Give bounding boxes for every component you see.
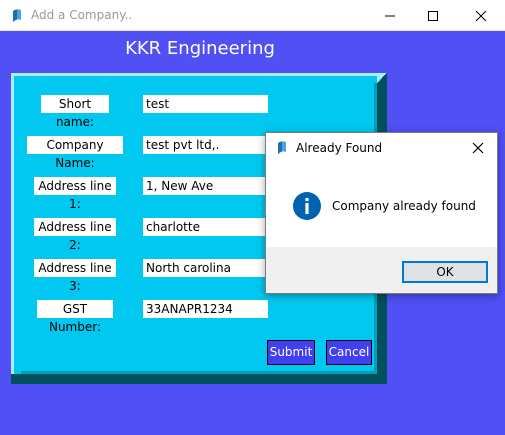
close-icon bbox=[475, 10, 487, 21]
dialog-title: Already Found bbox=[296, 141, 383, 155]
dialog-footer: OK bbox=[266, 247, 497, 293]
address-line-3-label: Address line 3: bbox=[34, 259, 116, 293]
minimize-button[interactable] bbox=[367, 0, 413, 31]
company-name-input[interactable]: test pvt ltd,. bbox=[143, 136, 268, 154]
submit-button[interactable]: Submit bbox=[267, 340, 315, 365]
gst-number-label: GST Number: bbox=[37, 300, 113, 334]
close-icon[interactable] bbox=[471, 141, 485, 155]
title-bar[interactable]: Add a Company.. bbox=[0, 0, 505, 31]
address-line-1-label: Address line 1: bbox=[34, 177, 116, 211]
maximize-button[interactable] bbox=[410, 0, 456, 31]
address-line-1-input[interactable]: 1, New Ave bbox=[143, 177, 268, 195]
company-name-label: Company Name: bbox=[27, 136, 123, 170]
gst-number-input[interactable]: 33ANAPR1234 bbox=[143, 300, 268, 318]
cancel-button[interactable]: Cancel bbox=[326, 340, 372, 365]
dialog-title-bar[interactable]: Already Found bbox=[266, 133, 497, 163]
already-found-dialog: Already Found Company already found OK bbox=[265, 132, 498, 294]
address-line-2-input[interactable]: charlotte bbox=[143, 218, 268, 236]
close-button[interactable] bbox=[458, 0, 504, 31]
feather-app-icon bbox=[13, 9, 21, 22]
address-line-3-input[interactable]: North carolina bbox=[143, 259, 268, 277]
maximize-icon bbox=[428, 10, 438, 21]
info-icon bbox=[293, 192, 321, 220]
address-line-2-label: Address line 2: bbox=[34, 218, 116, 252]
window-title: Add a Company.. bbox=[31, 8, 133, 22]
ok-button[interactable]: OK bbox=[402, 261, 488, 283]
feather-app-icon bbox=[278, 141, 286, 154]
short-name-label: Short name: bbox=[41, 95, 109, 129]
minimize-icon bbox=[385, 15, 395, 16]
dialog-message: Company already found bbox=[332, 199, 476, 213]
main-window: Add a Company.. KKR Engineering Short na… bbox=[0, 0, 505, 435]
company-heading: KKR Engineering bbox=[125, 38, 275, 59]
short-name-input[interactable]: test bbox=[143, 95, 268, 113]
